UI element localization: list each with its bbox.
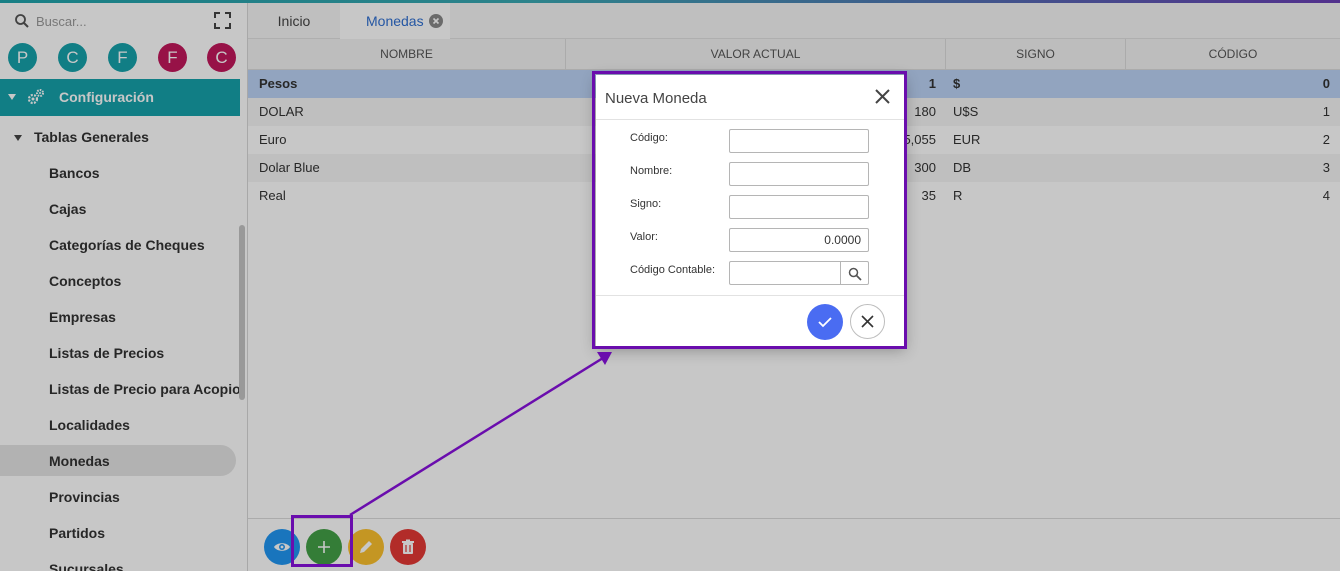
codigo-contable-field[interactable]	[729, 261, 841, 285]
signo-field[interactable]	[729, 195, 869, 219]
confirm-button[interactable]	[807, 304, 843, 340]
codigo-contable-label: Código Contable:	[630, 264, 716, 276]
check-icon	[818, 317, 832, 328]
dialog-title: Nueva Moneda	[605, 90, 707, 107]
close-icon[interactable]	[874, 88, 891, 105]
cancel-button[interactable]	[850, 304, 885, 339]
search-icon	[848, 267, 862, 281]
nombre-field[interactable]	[729, 162, 869, 186]
divider	[596, 119, 905, 120]
close-icon	[861, 315, 874, 328]
nueva-moneda-dialog: Nueva Moneda Código: Nombre: Signo: Valo…	[596, 75, 905, 346]
codigo-label: Código:	[630, 132, 668, 144]
divider	[596, 295, 905, 296]
signo-label: Signo:	[630, 198, 662, 210]
valor-label: Valor:	[630, 231, 658, 243]
valor-field[interactable]	[729, 228, 869, 252]
codigo-field[interactable]	[729, 129, 869, 153]
nombre-label: Nombre:	[630, 165, 673, 177]
codigo-contable-lookup-button[interactable]	[840, 261, 869, 285]
